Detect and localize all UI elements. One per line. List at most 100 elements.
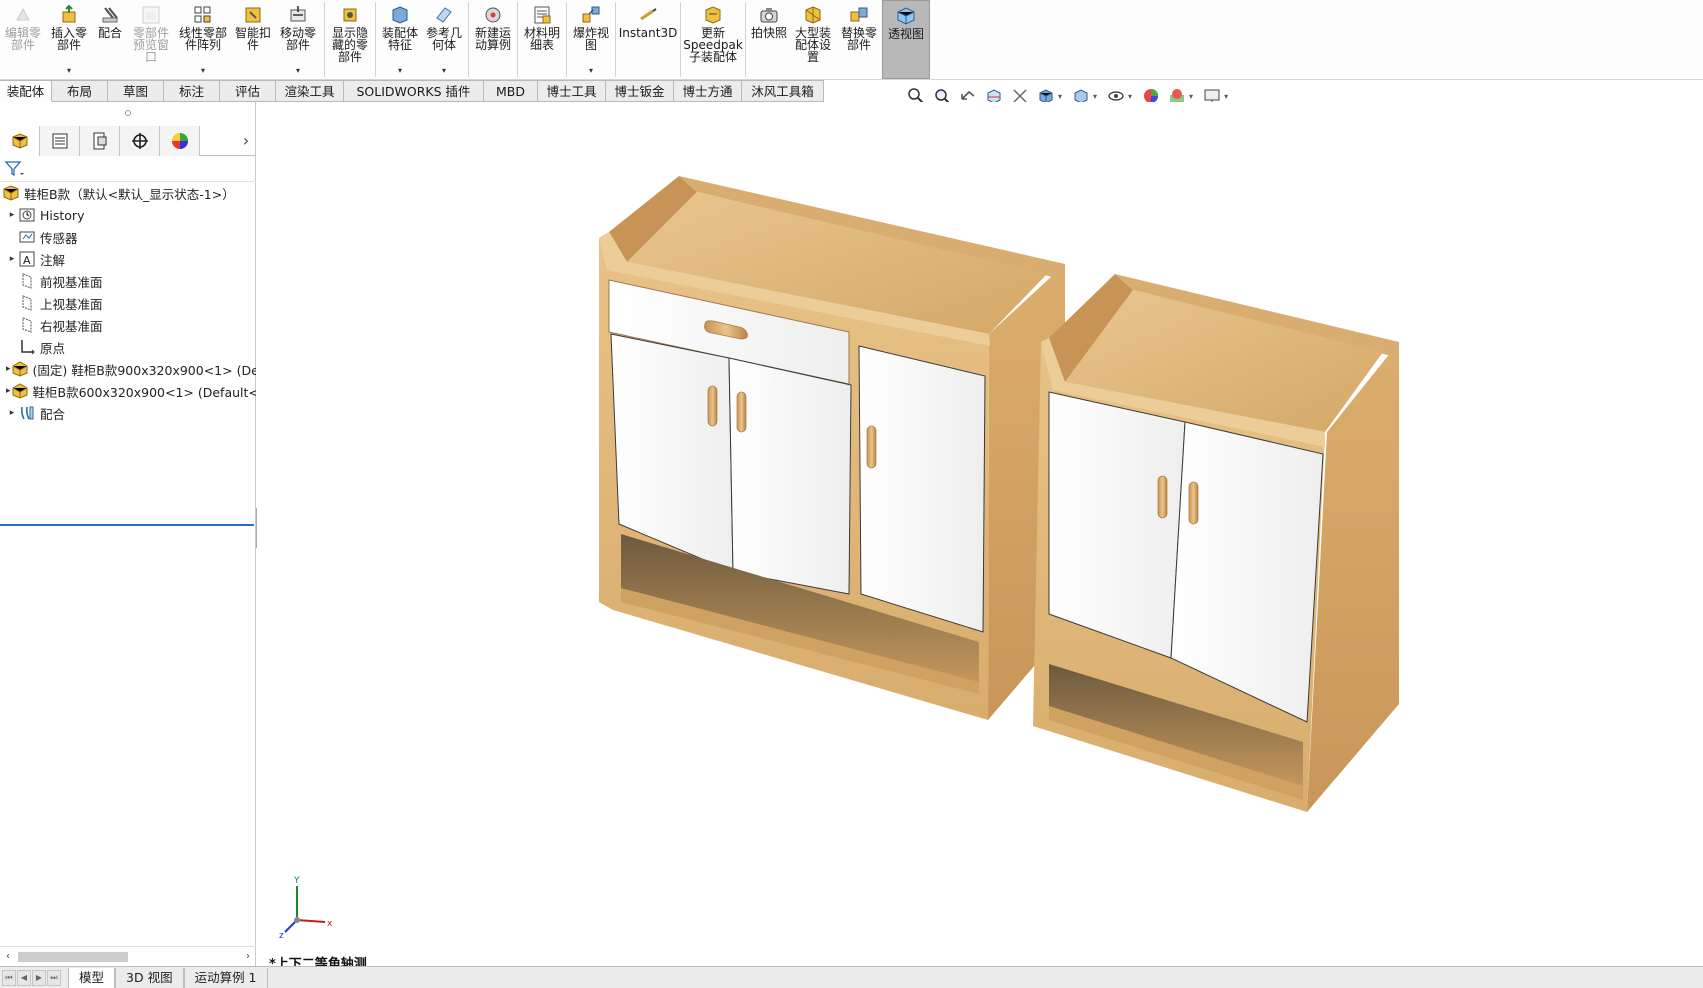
- tab-evaluate[interactable]: 评估: [220, 80, 276, 102]
- mate-button[interactable]: 配合: [92, 0, 128, 79]
- scroll-left-icon[interactable]: ‹: [0, 951, 16, 962]
- door-handle[interactable]: [1188, 481, 1199, 525]
- tree-item[interactable]: ▸ 鞋柜B款600x320x900<1> (Default<<: [0, 380, 256, 402]
- first-tab-icon[interactable]: ⏮: [2, 969, 16, 986]
- chevron-down-icon[interactable]: ▾: [1224, 92, 1228, 101]
- tab-solidworks-addins[interactable]: SOLIDWORKS 插件: [344, 80, 484, 102]
- ribbon-separator: [566, 2, 567, 77]
- chevron-down-icon[interactable]: ▾: [1128, 92, 1132, 101]
- large-assembly-button[interactable]: 大型装 配体设 置: [790, 0, 836, 79]
- tree-item[interactable]: 上视基准面: [0, 292, 256, 314]
- instant3d-button[interactable]: Instant3D: [618, 0, 678, 79]
- tree-item-label: (固定) 鞋柜B款900x320x900<1> (Def: [32, 362, 256, 378]
- chevron-down-icon[interactable]: ▾: [442, 66, 446, 75]
- exploded-view-button[interactable]: 爆炸视 图 ▾: [569, 0, 613, 79]
- tree-item[interactable]: 原点: [0, 336, 256, 358]
- tree-item[interactable]: 前视基准面: [0, 270, 256, 292]
- replace-part-button[interactable]: 替换零 部件: [836, 0, 882, 79]
- property-manager-tab[interactable]: [40, 126, 80, 156]
- tab-boshi-sheetmetal[interactable]: 博士钣金: [606, 80, 674, 102]
- cabinet-large-door-3[interactable]: [858, 345, 986, 633]
- tree-item[interactable]: ▸ History: [0, 204, 256, 226]
- reference-geometry-button[interactable]: 参考几 何体 ▾: [422, 0, 466, 79]
- insert-part-icon: [62, 4, 76, 23]
- chevron-down-icon[interactable]: ▾: [589, 66, 593, 75]
- tab-motion-study-1[interactable]: 运动算例 1: [183, 967, 268, 988]
- door-handle[interactable]: [866, 425, 877, 469]
- tab-sketch[interactable]: 草图: [108, 80, 164, 102]
- tree-item-label: 配合: [40, 406, 66, 422]
- scroll-thumb[interactable]: [18, 951, 128, 962]
- door-handle[interactable]: [1157, 475, 1168, 519]
- bom-button[interactable]: 材料明 细表: [520, 0, 564, 79]
- tree-root[interactable]: 鞋柜B款（默认<默认_显示状态-1>）: [0, 182, 256, 204]
- edit-part-button[interactable]: 编辑零 部件: [0, 0, 46, 79]
- update-speedpak-button[interactable]: 更新 Speedpak 子装配体: [683, 0, 743, 79]
- tree-rollback-bar[interactable]: [0, 524, 254, 526]
- tree-item[interactable]: 右视基准面: [0, 314, 256, 336]
- snapshot-button[interactable]: 拍快照: [748, 0, 790, 79]
- expand-arrow-icon[interactable]: ▸: [6, 210, 18, 220]
- cabinet-small-door-1[interactable]: [1048, 391, 1186, 659]
- smart-fastener-button[interactable]: 智能扣 件: [232, 0, 274, 79]
- tab-render-tools[interactable]: 渲染工具: [276, 80, 344, 102]
- show-hidden-button[interactable]: 显示隐 藏的零 部件: [327, 0, 373, 79]
- cabinet-small[interactable]: [1033, 274, 1399, 812]
- cabinet-large-door-2[interactable]: [728, 357, 852, 595]
- tree-item[interactable]: ▸ A 注解: [0, 248, 256, 270]
- chevron-down-icon[interactable]: ▾: [1058, 92, 1062, 101]
- transparent-view-button[interactable]: 透视图: [882, 0, 930, 79]
- chevron-down-icon[interactable]: ▾: [1189, 92, 1193, 101]
- door-handle[interactable]: [736, 391, 747, 433]
- edit-part-label: 编辑零 部件: [4, 26, 41, 52]
- tab-markup[interactable]: 标注: [164, 80, 220, 102]
- graphics-area[interactable]: Y x z *上下二等角轴测: [257, 102, 1703, 972]
- feature-manager-tab[interactable]: [0, 126, 40, 156]
- tree-item[interactable]: ▸ 配合: [0, 402, 256, 424]
- tree-filter-bar[interactable]: [0, 156, 256, 182]
- chevron-down-icon[interactable]: ▾: [1093, 92, 1097, 101]
- last-tab-icon[interactable]: ⏭: [47, 969, 61, 986]
- origin-icon: [18, 338, 36, 356]
- expand-arrow-icon[interactable]: ▸: [6, 254, 18, 264]
- tab-model[interactable]: 模型: [68, 967, 116, 988]
- next-tab-icon[interactable]: ▶: [32, 969, 46, 986]
- ribbon-separator: [745, 2, 746, 77]
- scroll-right-icon[interactable]: ›: [240, 951, 256, 962]
- tree-item[interactable]: 传感器: [0, 226, 256, 248]
- configuration-manager-tab[interactable]: [80, 126, 120, 156]
- insert-part-button[interactable]: 插入零 部件 ▾: [46, 0, 92, 79]
- reference-geometry-icon: [436, 7, 452, 23]
- chevron-right-icon[interactable]: ›: [236, 126, 256, 155]
- tree-item[interactable]: ▸ (固定) 鞋柜B款900x320x900<1> (Def: [0, 358, 256, 380]
- assembly-feature-button[interactable]: 装配体 特征 ▾: [378, 0, 422, 79]
- door-handle[interactable]: [707, 385, 718, 427]
- panel-splitter[interactable]: [0, 102, 256, 124]
- part-preview-button[interactable]: 零部件 预览窗 口: [128, 0, 174, 79]
- scroll-track[interactable]: [16, 951, 240, 963]
- linear-pattern-button[interactable]: 线性零部 件阵列 ▾: [174, 0, 232, 79]
- exploded-view-icon: [582, 6, 600, 23]
- move-part-button[interactable]: 移动零 部件 ▾: [274, 0, 322, 79]
- tab-boshi-tube[interactable]: 博士方通: [674, 80, 742, 102]
- motion-study-icon: [485, 7, 501, 23]
- tab-layout[interactable]: 布局: [52, 80, 108, 102]
- chevron-down-icon[interactable]: ▾: [398, 66, 402, 75]
- new-motion-study-button[interactable]: 新建运 动算例: [471, 0, 515, 79]
- orientation-triad[interactable]: Y x z: [277, 872, 337, 942]
- tab-mufeng-toolbox[interactable]: 沐风工具箱: [742, 80, 824, 102]
- dimxpert-manager-tab[interactable]: [120, 126, 160, 156]
- chevron-down-icon[interactable]: ▾: [296, 66, 300, 75]
- display-manager-tab[interactable]: [160, 126, 200, 156]
- property-list-icon: [52, 133, 67, 149]
- chevron-down-icon[interactable]: ▾: [67, 66, 71, 75]
- tab-mbd[interactable]: MBD: [484, 80, 538, 102]
- cabinet-large[interactable]: [599, 176, 1065, 720]
- tab-boshi-tools[interactable]: 博士工具: [538, 80, 606, 102]
- chevron-down-icon[interactable]: ▾: [201, 66, 205, 75]
- prev-tab-icon[interactable]: ◀: [17, 969, 31, 986]
- tree-horizontal-scrollbar[interactable]: ‹ ›: [0, 946, 256, 966]
- tab-3d-view[interactable]: 3D 视图: [115, 967, 184, 988]
- tab-assembly[interactable]: 装配体: [0, 80, 52, 102]
- expand-arrow-icon[interactable]: ▸: [6, 408, 18, 418]
